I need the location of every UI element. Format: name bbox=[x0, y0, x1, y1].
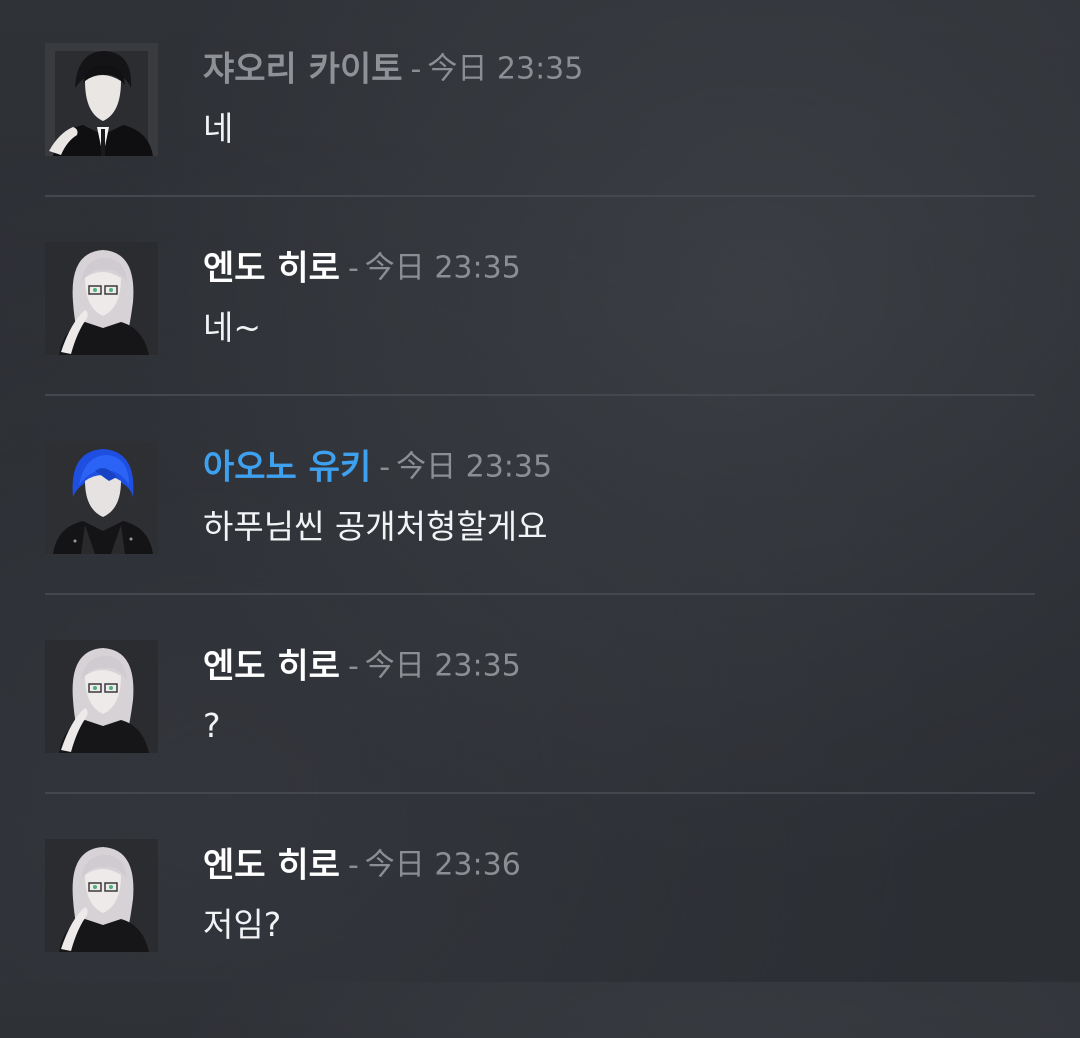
author-name[interactable]: 쟈오리 카이토 bbox=[203, 50, 403, 90]
message-text: 저임? bbox=[203, 905, 282, 944]
timestamp: 今日 23:35 bbox=[364, 250, 521, 286]
timestamp: 今日 23:35 bbox=[427, 51, 584, 87]
timestamp: 今日 23:35 bbox=[364, 648, 521, 684]
message-text: 네 bbox=[203, 109, 234, 148]
message-header: 쟈오리 카이토 - 今日 23:35 bbox=[203, 47, 583, 92]
message-divider bbox=[45, 195, 1035, 197]
message-text: 하푸님씬 공개처형할게요 bbox=[203, 507, 548, 546]
chat-message: 엔도 히로 - 今日 23:35 네~ bbox=[45, 242, 1035, 441]
timestamp: 今日 23:36 bbox=[364, 847, 521, 883]
author-name[interactable]: 엔도 히로 bbox=[203, 647, 340, 687]
header-separator: - bbox=[410, 51, 422, 87]
chat-message: 엔도 히로 - 今日 23:36 저임? bbox=[45, 839, 1035, 1038]
chat-message: 아오노 유키 - 今日 23:35 하푸님씬 공개처형할게요 bbox=[45, 441, 1035, 640]
header-separator: - bbox=[347, 250, 359, 286]
chat-message: 쟈오리 카이토 - 今日 23:35 네 bbox=[45, 43, 1035, 242]
avatar[interactable] bbox=[45, 441, 158, 554]
message-header: 아오노 유키 - 今日 23:35 bbox=[203, 445, 552, 490]
avatar[interactable] bbox=[45, 242, 158, 355]
message-header: 엔도 히로 - 今日 23:35 bbox=[203, 246, 521, 291]
message-header: 엔도 히로 - 今日 23:36 bbox=[203, 843, 521, 888]
avatar[interactable] bbox=[45, 43, 158, 156]
message-header: 엔도 히로 - 今日 23:35 bbox=[203, 644, 521, 689]
timestamp: 今日 23:35 bbox=[396, 449, 553, 485]
avatar[interactable] bbox=[45, 839, 158, 952]
author-name[interactable]: 엔도 히로 bbox=[203, 846, 340, 886]
message-divider bbox=[45, 792, 1035, 794]
header-separator: - bbox=[347, 847, 359, 883]
chat-message: 엔도 히로 - 今日 23:35 ? bbox=[45, 640, 1035, 839]
author-name[interactable]: 아오노 유키 bbox=[203, 448, 371, 488]
header-separator: - bbox=[379, 449, 391, 485]
author-name[interactable]: 엔도 히로 bbox=[203, 249, 340, 289]
header-separator: - bbox=[347, 648, 359, 684]
avatar[interactable] bbox=[45, 640, 158, 753]
message-divider bbox=[45, 394, 1035, 396]
message-divider bbox=[45, 593, 1035, 595]
message-text: 네~ bbox=[203, 308, 262, 347]
message-text: ? bbox=[203, 706, 221, 745]
